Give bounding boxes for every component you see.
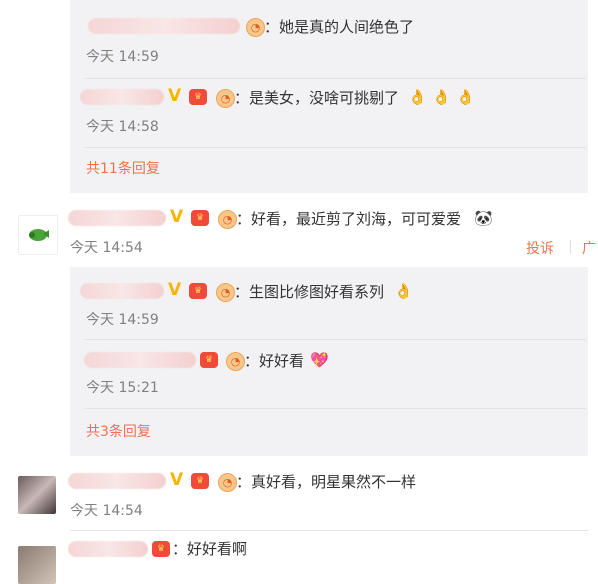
username-blurred[interactable] <box>68 541 148 557</box>
reply-text: ：好好看 <box>244 352 305 370</box>
ok-hand-icon: 👌 <box>394 282 413 300</box>
panda-icon: 🐼 <box>474 209 493 227</box>
member-badge-icon: ◔ <box>226 352 245 371</box>
vip-icon: V <box>170 470 184 490</box>
divider <box>84 408 586 409</box>
username-blurred[interactable] <box>84 352 196 368</box>
divider <box>84 147 586 148</box>
report-link[interactable]: 投诉 <box>526 238 554 258</box>
username-blurred[interactable] <box>88 18 240 34</box>
reply-time: 今天 14:59 <box>86 49 159 65</box>
member-badge-icon: ◔ <box>218 473 237 492</box>
more-replies-link[interactable]: 共3条回复 <box>86 423 151 441</box>
vip-icon: V <box>168 280 182 300</box>
vip-icon: V <box>168 86 182 106</box>
more-replies-link[interactable]: 共11条回复 <box>86 160 160 178</box>
ok-hand-icon: 👌 <box>432 88 451 106</box>
username-blurred[interactable] <box>68 210 166 226</box>
divider <box>84 78 586 79</box>
comment-time: 今天 14:54 <box>70 240 143 256</box>
member-badge-icon: ◔ <box>216 89 235 108</box>
reply-time: 今天 14:59 <box>86 312 159 328</box>
separator <box>570 240 571 254</box>
reply-text: ：她是真的人间绝色了 <box>264 18 415 36</box>
reply-link-partial[interactable]: 广 <box>582 238 596 258</box>
comment-text: ：好看，最近剪了刘海，可可爱爱 <box>236 210 462 228</box>
comment-time: 今天 14:54 <box>70 503 143 519</box>
comment-text: ：真好看，明星果然不一样 <box>236 473 417 491</box>
avatar[interactable] <box>18 546 56 584</box>
divider <box>84 339 586 340</box>
avatar[interactable] <box>18 215 58 255</box>
ok-hand-icon: 👌 <box>408 88 427 106</box>
crown-badge-icon: ♛ <box>189 89 207 105</box>
crown-badge-icon: ♛ <box>152 541 170 557</box>
reply-text: ：生图比修图好看系列 <box>234 283 385 301</box>
crown-badge-icon: ♛ <box>200 352 218 368</box>
crown-badge-icon: ♛ <box>189 283 207 299</box>
member-badge-icon: ◔ <box>216 283 235 302</box>
crown-badge-icon: ♛ <box>191 473 209 489</box>
leaf-avatar-icon <box>29 229 49 241</box>
divider <box>70 530 588 531</box>
member-badge-icon: ◔ <box>246 18 265 37</box>
heart-icon: 💖 <box>310 351 329 369</box>
member-badge-icon: ◔ <box>218 210 237 229</box>
vip-icon: V <box>170 207 184 227</box>
reply-text: ：是美女，没啥可挑剔了 <box>234 89 400 107</box>
username-blurred[interactable] <box>80 89 164 105</box>
username-blurred[interactable] <box>68 473 166 489</box>
comment-text: ：好好看啊 <box>172 540 248 558</box>
avatar[interactable] <box>18 476 56 514</box>
username-blurred[interactable] <box>80 283 164 299</box>
reply-time: 今天 14:58 <box>86 119 159 135</box>
ok-hand-icon: 👌 <box>456 88 475 106</box>
crown-badge-icon: ♛ <box>191 210 209 226</box>
reply-time: 今天 15:21 <box>86 380 159 396</box>
